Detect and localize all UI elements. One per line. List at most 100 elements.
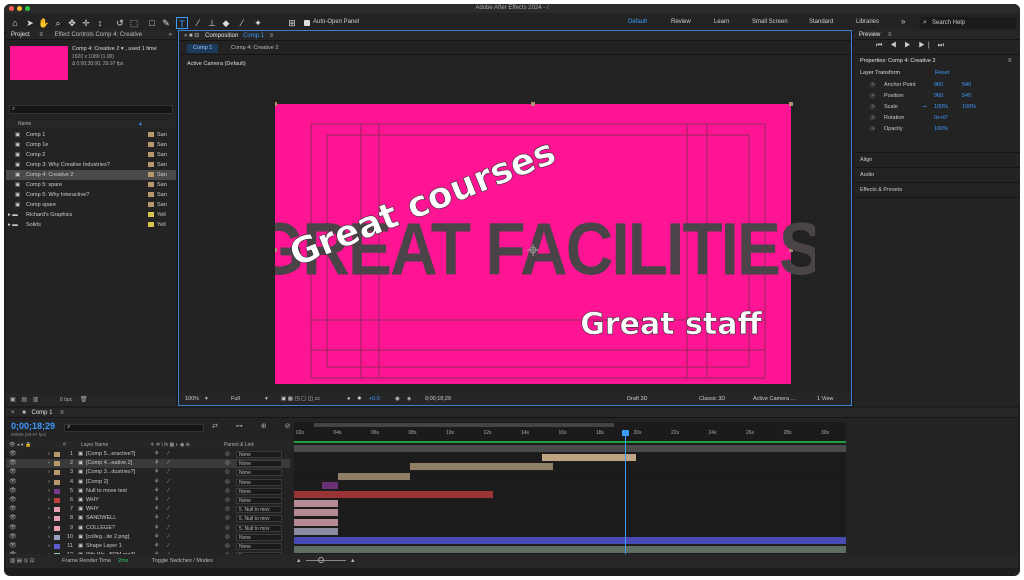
expand-arrow-icon[interactable]: ›: [48, 524, 50, 533]
color-channel-icon[interactable]: ●: [347, 393, 350, 405]
stopwatch-icon[interactable]: ◷: [870, 102, 875, 112]
layer-name[interactable]: Null to move text: [86, 487, 127, 496]
project-list-item[interactable]: ▣ Comp spare San: [6, 200, 176, 210]
pickwhip-icon[interactable]: ◎: [225, 459, 230, 468]
zoom-in-icon[interactable]: ▲: [350, 554, 355, 568]
views-select[interactable]: 1 View: [817, 393, 833, 405]
parent-select[interactable]: None: [236, 487, 282, 495]
brush-tool-icon[interactable]: ⁄: [192, 17, 204, 29]
layer-label-color[interactable]: [54, 544, 60, 549]
workspace-review[interactable]: Review: [671, 19, 691, 25]
pickwhip-icon[interactable]: ◎: [225, 514, 230, 523]
resolution-select[interactable]: Full: [231, 393, 240, 405]
resolution-dropdown-icon[interactable]: ▾: [265, 393, 268, 405]
comp-canvas[interactable]: GREAT FACILITIES Great courses Great sta…: [275, 64, 815, 384]
workspace-learn[interactable]: Learn: [714, 19, 729, 25]
expand-arrow-icon[interactable]: ›: [48, 478, 50, 487]
parent-select[interactable]: None: [236, 451, 282, 458]
layer-duration-bar[interactable]: [338, 472, 410, 480]
shy-switch-icon[interactable]: ⚘: [154, 524, 159, 533]
layer-row[interactable]: 👁 › 1 ▣ [Comp 5...eractive?] ⚘ ⁄ ◎ None: [6, 450, 290, 459]
layer-label-color[interactable]: [54, 498, 60, 503]
project-list-item[interactable]: ▣ Comp 1 San: [6, 130, 176, 140]
layer-label-color[interactable]: [54, 470, 60, 476]
stopwatch-icon[interactable]: ◷: [870, 124, 875, 134]
quality-switch-icon[interactable]: ⁄: [168, 450, 169, 459]
quality-switch-icon[interactable]: ⁄: [168, 514, 169, 523]
comp-sub-tab-1[interactable]: Comp 1: [187, 44, 219, 53]
quality-switch-icon[interactable]: ⁄: [168, 524, 169, 533]
work-area-bar[interactable]: [314, 423, 614, 427]
layer-duration-bar[interactable]: [294, 518, 339, 526]
folder-icon[interactable]: ▤: [21, 397, 27, 403]
layer-duration-bar[interactable]: [294, 500, 339, 508]
layer-row[interactable]: 👁 › 8 ▣ SANDWELL ⚘ ⁄ ◎ 5. Null to mov: [6, 514, 290, 523]
tab-effect-controls[interactable]: Effect Controls Comp 4: Creative: [55, 32, 143, 38]
property-value-2[interactable]: 540: [962, 91, 971, 101]
composition-tab-comp[interactable]: Comp 1: [243, 33, 264, 39]
layer-duration-bar[interactable]: [409, 463, 554, 471]
property-value-1[interactable]: 960: [934, 91, 943, 101]
layer-name[interactable]: WHY: [86, 505, 99, 514]
project-list-item[interactable]: ▣ Comp 2 San: [6, 150, 176, 160]
layer-name[interactable]: Shape Layer 1: [86, 542, 122, 551]
shy-switch-icon[interactable]: ⚘: [154, 478, 159, 487]
layer-label-color[interactable]: [54, 516, 60, 522]
pan-behind-tool-icon[interactable]: ⬚: [128, 17, 140, 29]
quality-switch-icon[interactable]: ⁄: [168, 542, 169, 551]
stopwatch-icon[interactable]: ◷: [870, 91, 875, 101]
layer-name[interactable]: [Comp 3...dustries?]: [86, 468, 135, 477]
layer-row[interactable]: 👁 › 7 ▣ WHY ⚘ ⁄ ◎ 5. Null to mov: [6, 505, 290, 514]
column-name[interactable]: Name: [18, 121, 31, 127]
pickwhip-icon[interactable]: ◎: [225, 505, 230, 514]
time-ruler[interactable]: 02s 04s 06s 08s 10s 12s 14s 16s 18s 20s 22s 24s 26s 2…: [294, 430, 846, 440]
quality-switch-icon[interactable]: ⁄: [168, 468, 169, 477]
parent-select[interactable]: None: [236, 497, 282, 504]
camera-view-select[interactable]: Active Camera ...: [753, 393, 795, 405]
align-panel[interactable]: Align: [860, 157, 872, 163]
footer-toggle-icons[interactable]: ▥ ▤ ◎ ⊡: [10, 554, 34, 568]
reset-button[interactable]: Reset: [935, 70, 949, 76]
interpret-icon[interactable]: ▣: [10, 397, 16, 403]
quality-switch-icon[interactable]: ⁄: [168, 533, 169, 542]
visibility-eye-icon[interactable]: 👁: [9, 478, 17, 487]
zoom-dot[interactable]: [25, 6, 30, 11]
shy-switch-icon[interactable]: ⚘: [154, 505, 159, 514]
layer-row[interactable]: 👁 › 2 ▣ [Comp 4...eative 2] ⚘ ⁄ ◎ None: [6, 459, 290, 469]
layer-duration-bar[interactable]: [542, 454, 637, 462]
properties-menu-icon[interactable]: ≡: [1008, 58, 1012, 64]
visibility-eye-icon[interactable]: 👁: [9, 459, 17, 468]
visibility-eye-icon[interactable]: 👁: [9, 496, 17, 505]
project-list-item[interactable]: ▣ Comp 5: spare San: [6, 180, 176, 190]
layer-duration-bar[interactable]: [294, 537, 846, 544]
exposure-icon[interactable]: ✹: [357, 393, 362, 405]
pickwhip-icon[interactable]: ◎: [225, 496, 230, 505]
layer-label-color[interactable]: [54, 461, 60, 467]
project-list-item[interactable]: ▣ Comp 1e San: [6, 140, 176, 150]
tab-project[interactable]: Project: [11, 32, 30, 38]
expand-arrow-icon[interactable]: ›: [48, 487, 50, 496]
show-snapshot-icon[interactable]: ◈: [407, 393, 411, 405]
pickwhip-icon[interactable]: ◎: [225, 542, 230, 551]
col-layer-name[interactable]: Layer Name: [81, 441, 108, 449]
visibility-eye-icon[interactable]: 👁: [9, 514, 17, 523]
panel-more-icon[interactable]: »: [169, 30, 172, 40]
viewer-icons[interactable]: ▣ ▦ ◳ ▢ ◫ ▭: [281, 393, 320, 405]
layer-duration-bar[interactable]: [294, 509, 339, 517]
renderer-select[interactable]: Classic 3D: [699, 393, 725, 405]
layer-label-color[interactable]: [54, 479, 60, 485]
shy-switch-icon[interactable]: ⚘: [154, 450, 159, 459]
workspace-standard[interactable]: Standard: [809, 19, 833, 25]
composition-tab-label[interactable]: Composition: [205, 33, 238, 39]
effects-presets-panel[interactable]: Effects & Presets: [860, 187, 902, 193]
project-list-item[interactable]: ▣ Comp 3: Why Creative Industries? San: [6, 160, 176, 170]
pan-tool-icon[interactable]: ✛: [80, 17, 92, 29]
layer-row[interactable]: 👁 › 4 ▣ [Comp 2] ⚘ ⁄ ◎ None: [6, 478, 290, 487]
parent-select[interactable]: None: [236, 543, 282, 550]
quality-switch-icon[interactable]: ⁄: [168, 496, 169, 505]
property-value-1[interactable]: 960: [934, 80, 943, 90]
layer-name[interactable]: [Comp 4...eative 2]: [86, 459, 132, 468]
layer-row[interactable]: 👁 › 9 ▣ COLLEGE? ⚘ ⁄ ◎ 5. Null to mov: [6, 524, 290, 533]
property-value-2[interactable]: 540: [962, 80, 971, 90]
search-help-input[interactable]: ⌕ Search Help: [919, 17, 1017, 29]
